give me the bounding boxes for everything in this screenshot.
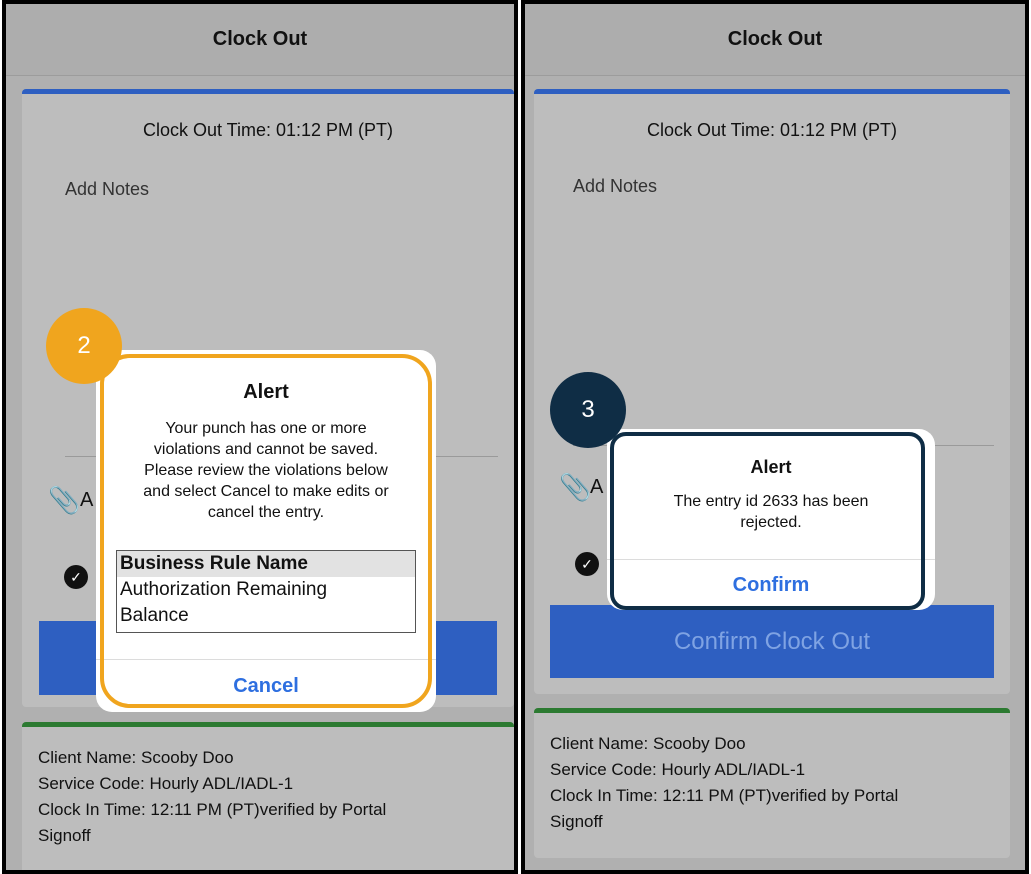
client-info-card: Client Name: Scooby Doo Service Code: Ho… [22, 722, 514, 870]
client-info: Client Name: Scooby Doo Service Code: Ho… [38, 745, 386, 849]
page-title: Clock Out [212, 28, 308, 50]
client-info: Client Name: Scooby Doo Service Code: Ho… [550, 731, 898, 835]
checkmark-circle-icon[interactable]: ✓ [575, 552, 599, 576]
service-code: Service Code: Hourly ADL/IADL-1 [550, 760, 806, 779]
clock-in-time: Clock In Time: 12:11 PM (PT)verified by … [550, 786, 899, 805]
notes-input[interactable]: Add Notes [573, 176, 657, 197]
client-info-card: Client Name: Scooby Doo Service Code: Ho… [534, 708, 1010, 858]
app-header: Clock Out [525, 4, 1025, 76]
page-title: Clock Out [727, 28, 823, 50]
alert-highlight-frame [100, 354, 432, 708]
attachment-label: A [590, 476, 604, 498]
alert-highlight-frame [610, 432, 925, 610]
step-badge-3: 3 [550, 372, 626, 448]
client-name: Client Name: Scooby Doo [550, 734, 746, 753]
confirm-clock-out-button[interactable]: Confirm Clock Out [550, 605, 994, 678]
paperclip-icon[interactable]: 📎 [48, 485, 80, 516]
step-badge-2: 2 [46, 308, 122, 384]
clock-in-time: Clock In Time: 12:11 PM (PT)verified by … [38, 800, 387, 819]
client-name: Client Name: Scooby Doo [38, 748, 234, 767]
clock-in-time-continued: Signoff [38, 826, 91, 845]
service-code: Service Code: Hourly ADL/IADL-1 [38, 774, 294, 793]
notes-input[interactable]: Add Notes [65, 179, 149, 200]
clock-in-time-continued: Signoff [550, 812, 603, 831]
clock-out-time: Clock Out Time: 01:12 PM (PT) [646, 120, 898, 140]
app-header: Clock Out [6, 4, 514, 76]
paperclip-icon[interactable]: 📎 [559, 472, 591, 503]
attachment-label: A [80, 489, 94, 511]
clock-out-time: Clock Out Time: 01:12 PM (PT) [142, 120, 394, 140]
checkmark-circle-icon[interactable]: ✓ [64, 565, 88, 589]
